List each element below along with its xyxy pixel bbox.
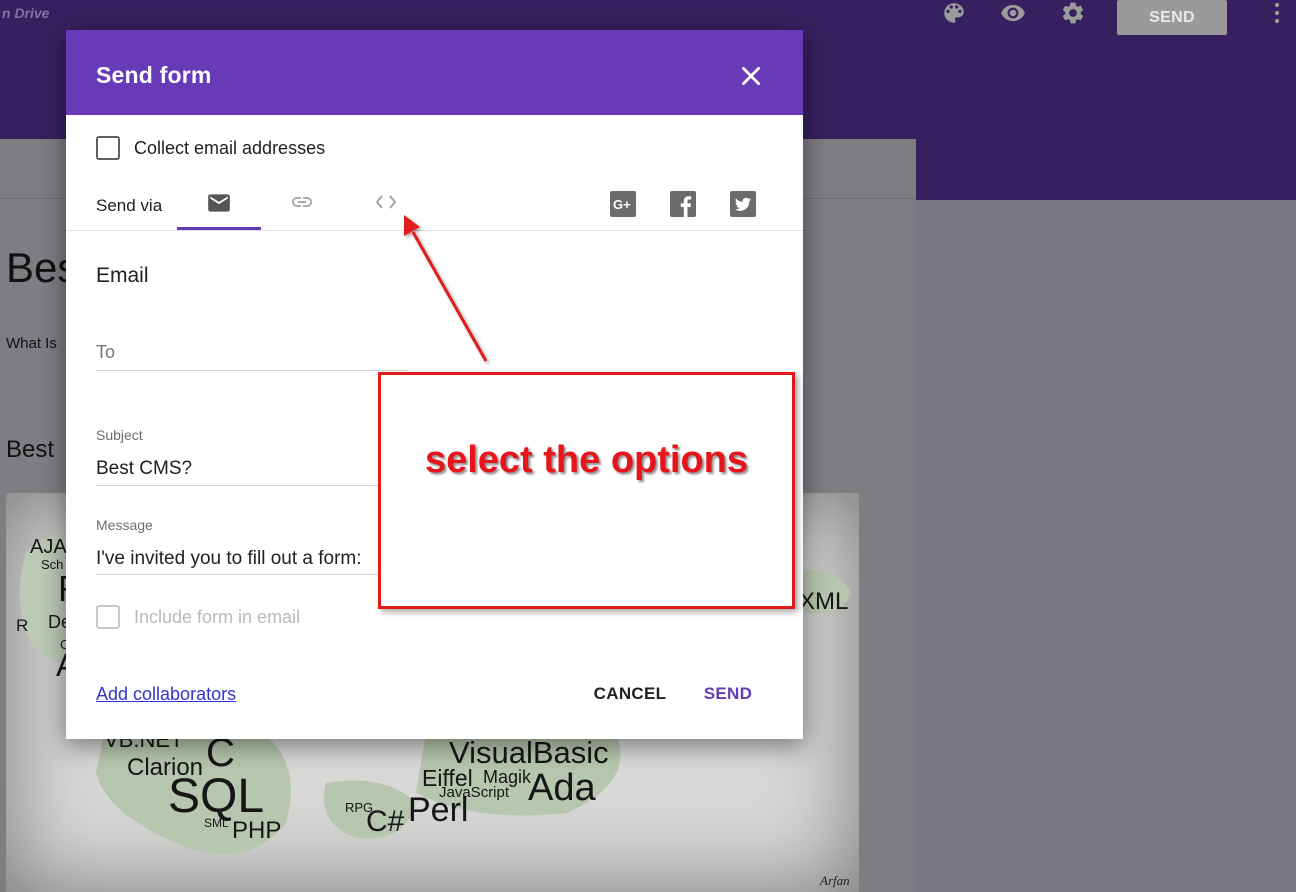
tab-email[interactable] xyxy=(177,180,261,230)
to-field[interactable] xyxy=(96,342,736,363)
wordcloud-word: SQL xyxy=(168,770,265,823)
wordcloud-word: AJA xyxy=(30,536,67,558)
collect-email-label: Collect email addresses xyxy=(134,138,326,158)
message-label: Message xyxy=(96,517,153,533)
subject-field[interactable]: Best CMS? xyxy=(96,458,192,480)
include-form-label: Include form in email xyxy=(134,607,301,627)
email-icon xyxy=(208,194,230,212)
wordcloud-word: XML xyxy=(799,588,849,615)
annotation-text: select the options xyxy=(424,439,749,481)
top-send-button[interactable]: SEND xyxy=(1117,0,1227,35)
collect-email-checkbox[interactable] xyxy=(96,136,120,160)
wordcloud-word: C xyxy=(206,731,235,775)
cancel-button[interactable]: CANCEL xyxy=(582,676,678,712)
to-field-underline xyxy=(96,370,408,371)
send-button[interactable]: SEND xyxy=(690,676,766,712)
link-icon xyxy=(292,197,312,207)
drive-label: n Drive xyxy=(2,5,50,21)
include-form-checkbox[interactable] xyxy=(96,605,120,629)
wordcloud-signature: Arfan xyxy=(820,873,850,888)
tab-embed[interactable] xyxy=(344,180,428,230)
dialog-title: Send form xyxy=(96,62,212,88)
facebook-icon[interactable] xyxy=(670,191,696,217)
question-title-fragment: Best xyxy=(6,436,55,463)
close-icon[interactable] xyxy=(738,63,764,89)
message-field[interactable]: I've invited you to fill out a form: xyxy=(96,548,362,570)
svg-text:G+: G+ xyxy=(613,197,631,212)
tabs-divider xyxy=(66,230,803,231)
twitter-icon[interactable] xyxy=(730,191,756,217)
dialog-header: Send form xyxy=(66,30,803,115)
wordcloud-word: Perl xyxy=(408,791,469,829)
wordcloud-word: SML xyxy=(204,816,229,830)
wordcloud-word: C# xyxy=(366,805,405,838)
google-plus-icon[interactable]: G+ xyxy=(610,191,636,217)
palette-icon[interactable] xyxy=(941,0,967,26)
subject-field-underline xyxy=(96,485,408,486)
form-description-fragment: What Is xyxy=(6,335,57,352)
more-vert-icon[interactable] xyxy=(1273,2,1281,24)
email-section-title: Email xyxy=(96,264,149,287)
subject-label: Subject xyxy=(96,427,143,443)
tab-link[interactable] xyxy=(260,180,344,230)
gear-icon[interactable] xyxy=(1060,0,1086,26)
wordcloud-word: PHP xyxy=(232,817,282,844)
annotation-callout: select the options xyxy=(378,372,795,609)
message-field-underline xyxy=(96,574,408,575)
wordcloud-word: Ada xyxy=(528,767,596,809)
wordcloud-word: R xyxy=(16,616,29,635)
embed-code-icon xyxy=(375,195,397,209)
add-collaborators-link[interactable]: Add collaborators xyxy=(96,684,236,705)
wordcloud-word: VisualBasic xyxy=(449,735,609,770)
send-via-label: Send via xyxy=(96,196,163,215)
eye-icon[interactable] xyxy=(1000,0,1026,26)
